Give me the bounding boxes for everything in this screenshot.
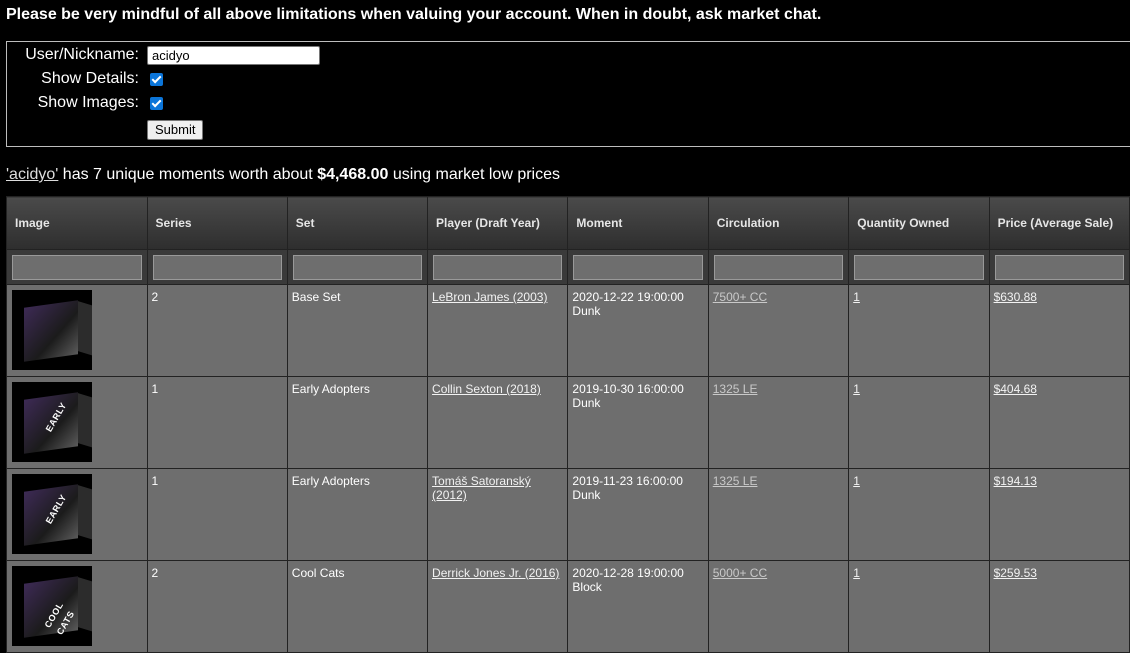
account-summary: 'acidyo' has 7 unique moments worth abou… (6, 166, 560, 184)
user-nickname-input[interactable] (147, 45, 320, 65)
price-link[interactable]: $194.13 (994, 474, 1037, 488)
player-link[interactable]: Tomáš Satoranský (2012) (432, 474, 531, 502)
show-details-checkbox[interactable] (150, 72, 163, 86)
cell-set: Early Adopters (286, 468, 429, 561)
moment-date: 2019-10-30 16:00:00 (572, 382, 684, 396)
details-label: Show Details: (41, 70, 139, 87)
moment-type: Block (572, 580, 602, 594)
moment-date: 2020-12-22 19:00:00 (572, 290, 684, 304)
filter-player-input[interactable] (433, 254, 563, 280)
cell-series: 1 (146, 376, 288, 469)
header-row: Image Series Set Player (Draft Year) Mom… (6, 196, 1130, 250)
header-set[interactable]: Set (286, 196, 429, 250)
filter-image-input[interactable] (12, 254, 142, 280)
circulation-link[interactable]: 7500+ CC (713, 290, 767, 304)
filter-series-input[interactable] (152, 254, 282, 280)
quantity-link[interactable]: 1 (853, 566, 860, 580)
cell-set: Early Adopters (286, 376, 429, 469)
account-lookup-form: User/Nickname: Show Details: Show Images… (6, 41, 1130, 147)
moment-image[interactable]: EARLY (12, 474, 92, 554)
images-row: Show Images: (7, 92, 163, 114)
circulation-link[interactable]: 1325 LE (713, 474, 758, 488)
quantity-link[interactable]: 1 (853, 382, 860, 396)
table-row: 2 Base Set LeBron James (2003) 2020-12-2… (6, 284, 1130, 377)
moment-type: Dunk (572, 488, 601, 502)
submit-button[interactable]: Submit (147, 120, 204, 140)
header-circulation[interactable]: Circulation (707, 196, 850, 250)
price-link[interactable]: $259.53 (994, 566, 1037, 580)
table-row: EARLY 1 Early Adopters Collin Sexton (20… (6, 376, 1130, 469)
filter-moment-input[interactable] (573, 254, 703, 280)
summary-text-end: using market low prices (388, 166, 560, 183)
moment-image[interactable] (12, 290, 92, 370)
moment-image[interactable]: COOL CATS (12, 566, 92, 646)
images-label: Show Images: (37, 94, 139, 111)
moment-date: 2020-12-28 19:00:00 (572, 566, 684, 580)
submit-row: Submit (147, 119, 204, 141)
summary-user-link[interactable]: 'acidyo' (6, 166, 58, 183)
table-row: COOL CATS 2 Cool Cats Derrick Jones Jr. … (6, 560, 1130, 653)
cell-set: Cool Cats (286, 560, 429, 653)
header-price[interactable]: Price (Average Sale) (988, 196, 1130, 250)
player-link[interactable]: Collin Sexton (2018) (432, 382, 541, 396)
cell-series: 1 (146, 468, 288, 561)
filter-quantity-input[interactable] (854, 254, 984, 280)
cell-series: 2 (146, 560, 288, 653)
quantity-link[interactable]: 1 (853, 474, 860, 488)
user-label: User/Nickname: (25, 46, 139, 63)
circulation-link[interactable]: 5000+ CC (713, 566, 767, 580)
details-row: Show Details: (7, 68, 163, 90)
moment-type: Dunk (572, 304, 601, 318)
header-image[interactable]: Image (6, 196, 148, 250)
limitations-notice: Please be very mindful of all above limi… (6, 6, 822, 23)
cell-set: Base Set (286, 284, 429, 377)
cell-series: 2 (146, 284, 288, 377)
header-series[interactable]: Series (146, 196, 288, 250)
summary-text-mid: has 7 unique moments worth about (58, 166, 318, 183)
filter-row (6, 249, 1130, 285)
header-moment[interactable]: Moment (567, 196, 709, 250)
moment-type: Dunk (572, 396, 601, 410)
price-link[interactable]: $630.88 (994, 290, 1037, 304)
moment-image[interactable]: EARLY (12, 382, 92, 462)
show-images-checkbox[interactable] (150, 96, 163, 110)
header-quantity[interactable]: Quantity Owned (848, 196, 990, 250)
player-link[interactable]: Derrick Jones Jr. (2016) (432, 566, 559, 580)
moments-table: Image Series Set Player (Draft Year) Mom… (6, 196, 1130, 653)
table-row: EARLY 1 Early Adopters Tomáš Satoranský … (6, 468, 1130, 561)
circulation-link[interactable]: 1325 LE (713, 382, 758, 396)
filter-price-input[interactable] (994, 254, 1124, 280)
quantity-link[interactable]: 1 (853, 290, 860, 304)
filter-circulation-input[interactable] (713, 254, 844, 280)
price-link[interactable]: $404.68 (994, 382, 1037, 396)
filter-set-input[interactable] (292, 254, 423, 280)
header-player[interactable]: Player (Draft Year) (427, 196, 569, 250)
moment-date: 2019-11-23 16:00:00 (572, 474, 683, 488)
player-link[interactable]: LeBron James (2003) (432, 290, 547, 304)
user-row: User/Nickname: (7, 44, 320, 66)
summary-total: $4,468.00 (317, 166, 389, 183)
